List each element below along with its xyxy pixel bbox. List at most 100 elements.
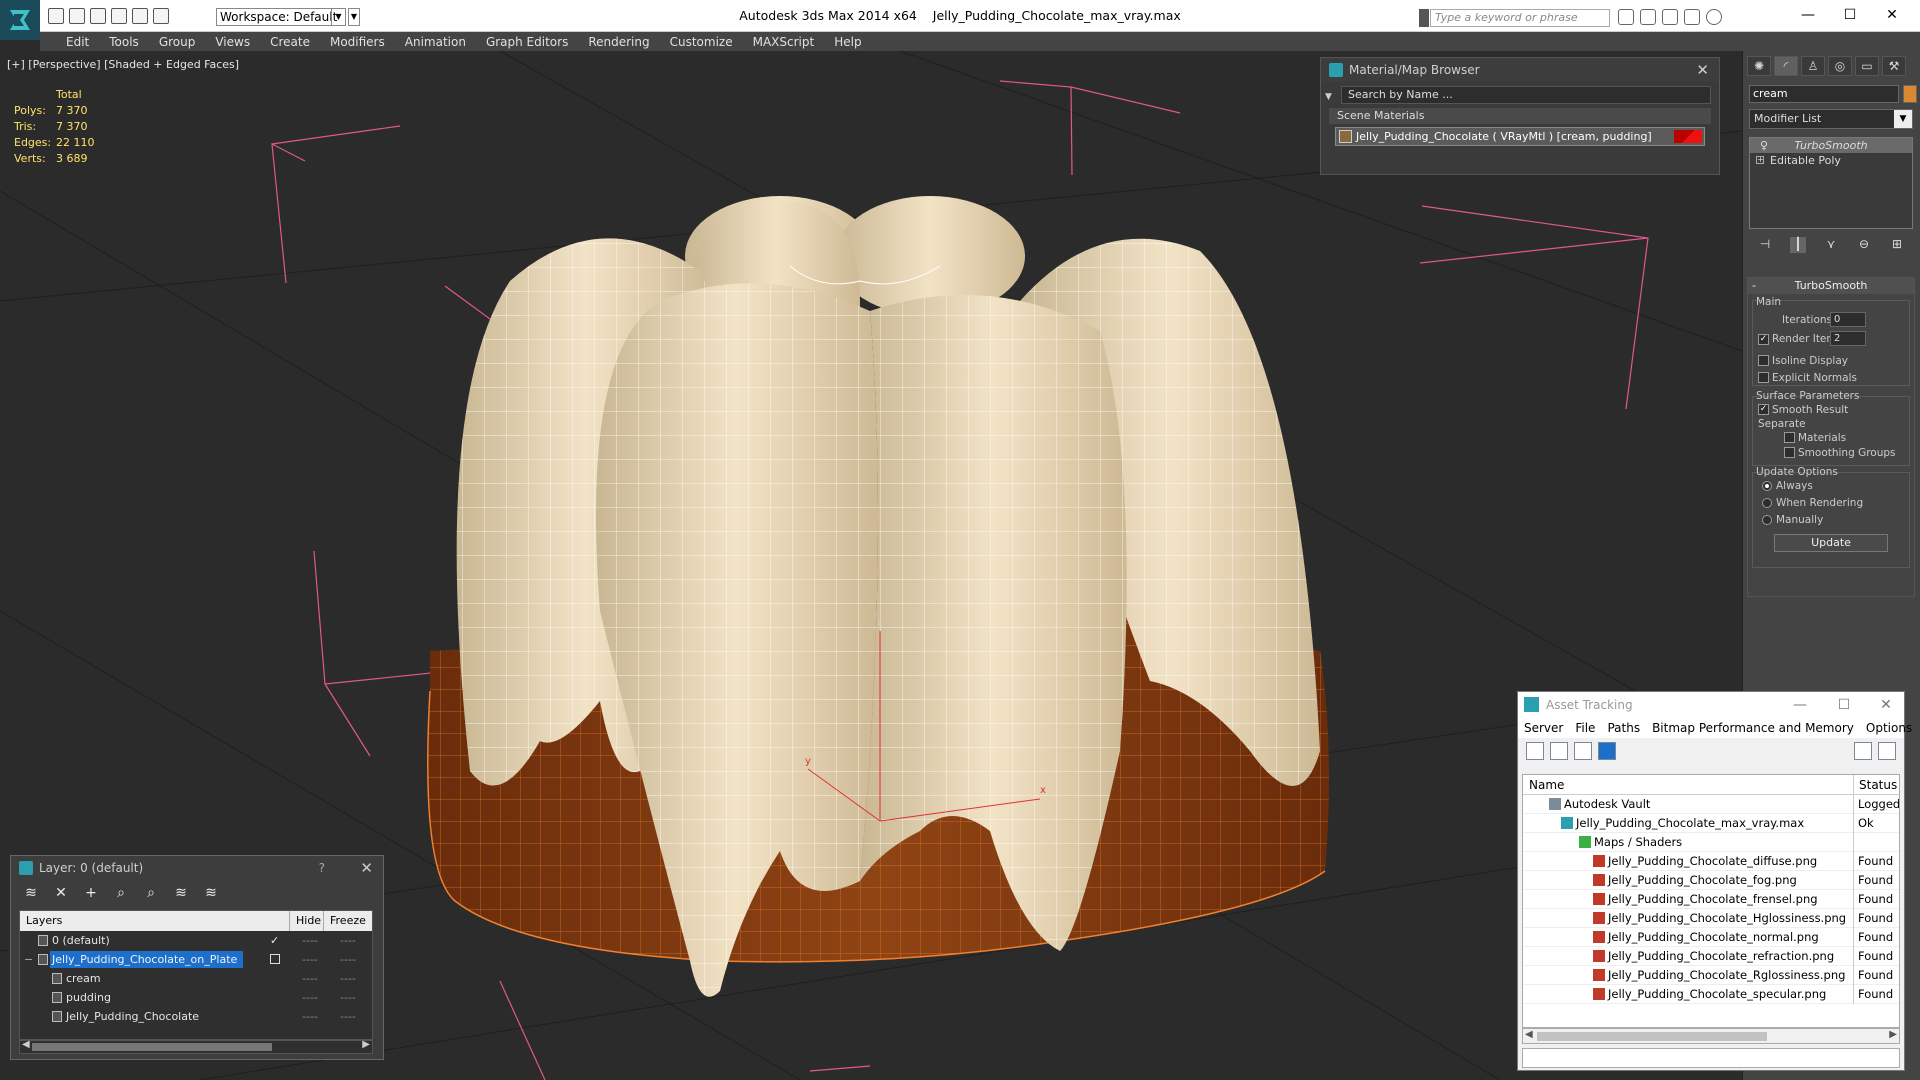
close-icon[interactable]: ✕ [1696,58,1709,82]
asset-horizontal-scrollbar[interactable]: ◀ ▶ [1522,1028,1900,1044]
open-icon[interactable] [69,8,85,24]
refresh-icon[interactable] [1526,742,1544,760]
minimize-button[interactable]: — [1786,692,1814,718]
explicit-normals-checkbox[interactable] [1758,372,1769,383]
display-tab-icon[interactable]: ▭ [1855,56,1879,76]
layer-row[interactable]: 0 (default) ✓ ---- ---- [20,931,372,950]
scene-materials-group[interactable]: Scene Materials [1329,108,1711,124]
create-tab-icon[interactable]: ✺ [1747,56,1771,76]
asset-row[interactable]: Jelly_Pudding_Chocolate_diffuse.png Found [1523,852,1899,871]
active-check-icon[interactable]: ✓ [270,931,279,950]
asset-row[interactable]: Jelly_Pudding_Chocolate_Rglossiness.png F… [1523,966,1899,985]
hide-toggle[interactable]: ---- [302,950,318,969]
col-status[interactable]: Status [1854,775,1897,794]
asset-menu-bitmap[interactable]: Bitmap Performance and Memory [1652,718,1866,738]
star-icon[interactable] [1684,9,1700,25]
scroll-thumb[interactable] [1537,1032,1767,1041]
asset-row[interactable]: Jelly_Pudding_Chocolate_specular.png Foun… [1523,985,1899,1004]
key-icon[interactable] [1640,9,1656,25]
render-iters-checkbox[interactable]: ✓ [1758,334,1769,345]
binoculars-icon[interactable] [1618,9,1634,25]
col-hide[interactable]: Hide [290,911,324,931]
highlight-layer-icon[interactable]: ⌕ [143,885,159,901]
isoline-checkbox[interactable] [1758,355,1769,366]
menu-customize[interactable]: Customize [660,32,743,51]
asset-tracking-titlebar[interactable]: Asset Tracking — ☐ ✕ [1518,692,1904,718]
menu-help[interactable]: Help [824,32,871,51]
options-chevron-icon[interactable]: ▼ [1325,92,1332,102]
object-color-swatch[interactable] [1903,85,1917,103]
show-end-result-icon[interactable]: ┃ [1790,237,1806,253]
freeze-toggle[interactable]: ---- [340,969,356,988]
motion-tab-icon[interactable]: ◎ [1828,56,1852,76]
layer-row[interactable]: pudding ---- ---- [20,988,372,1007]
materials-checkbox[interactable] [1784,432,1795,443]
modify-tab-icon[interactable]: ◜ [1774,56,1798,76]
layer-horizontal-scrollbar[interactable]: ▶ ◀ [19,1039,373,1054]
menu-animation[interactable]: Animation [395,32,476,51]
stack-item-turbosmooth[interactable]: ♀ TurboSmooth [1750,138,1912,153]
col-layers[interactable]: Layers [20,911,290,931]
scroll-thumb[interactable] [32,1043,272,1051]
asset-menu-options[interactable]: Options [1866,718,1920,738]
close-icon[interactable]: ✕ [360,856,373,880]
search-expand-icon[interactable] [1419,9,1429,27]
asset-row[interactable]: Autodesk VaultLogged O [1523,795,1899,814]
new-icon[interactable] [48,8,64,24]
object-name-field[interactable]: cream [1749,85,1899,103]
close-button[interactable]: ✕ [1878,4,1906,26]
freeze-toggle[interactable]: ---- [340,1007,356,1026]
iterations-spinner[interactable]: 0 [1830,312,1866,327]
layer-manager-titlebar[interactable]: Layer: 0 (default)? ✕ [11,856,383,880]
menu-modifiers[interactable]: Modifiers [320,32,395,51]
asset-row[interactable]: Jelly_Pudding_Chocolate_frensel.png Found [1523,890,1899,909]
rollout-header[interactable]: - TurboSmooth [1748,278,1914,294]
undo-icon[interactable] [111,8,127,24]
scroll-left-icon[interactable]: ◀ [1525,1029,1533,1040]
asset-row[interactable]: Jelly_Pudding_Chocolate_normal.png Found [1523,928,1899,947]
modifier-list-dropdown[interactable]: Modifier List ▼ [1749,109,1913,129]
freeze-toggle[interactable]: ---- [340,988,356,1007]
list-icon[interactable] [1550,742,1568,760]
delete-layer-icon[interactable]: ✕ [53,885,69,901]
asset-row[interactable]: Jelly_Pudding_Chocolate_refraction.png Fo… [1523,947,1899,966]
always-radio[interactable] [1762,481,1772,491]
scroll-left-icon[interactable]: ◀ [22,1039,30,1050]
layer-row[interactable]: − Jelly_Pudding_Chocolate_on_Plate ---- ---… [20,950,372,969]
set-current-icon[interactable] [270,954,280,964]
hierarchy-tab-icon[interactable]: ♙ [1801,56,1825,76]
save-icon[interactable] [90,8,106,24]
col-freeze[interactable]: Freeze [324,911,372,931]
hide-toggle[interactable]: ---- [302,988,318,1007]
thumbnail-icon[interactable] [1574,742,1592,760]
menu-create[interactable]: Create [260,32,320,51]
menu-views[interactable]: Views [205,32,260,51]
asset-row[interactable]: Jelly_Pudding_Chocolate_Hglossiness.png F… [1523,909,1899,928]
material-item[interactable]: Jelly_Pudding_Chocolate ( VRayMtl ) [cre… [1335,127,1705,146]
redo-icon[interactable] [132,8,148,24]
layer-row[interactable]: Jelly_Pudding_Chocolate ---- ---- [20,1007,372,1026]
col-name[interactable]: Name [1523,775,1854,794]
menu-group[interactable]: Group [149,32,206,51]
viewport-label[interactable]: [+] [Perspective] [Shaded + Edged Faces] [7,58,239,71]
asset-menu-file[interactable]: File [1575,718,1607,738]
project-folder-icon[interactable] [153,8,169,24]
freeze-toggle[interactable]: ---- [340,931,356,950]
scroll-right-icon[interactable]: ▶ [1889,1029,1897,1040]
create-layer-icon[interactable]: ≋ [23,885,39,901]
workspace-menu-toggle[interactable]: ▼ [348,8,360,26]
perspective-viewport[interactable]: x y z [+] [Perspective] [Shaded + Edged … [0,51,1742,1080]
material-search-input[interactable]: Search by Name ... [1341,86,1711,104]
asset-menu-paths[interactable]: Paths [1607,718,1652,738]
close-button[interactable]: ✕ [1872,692,1900,718]
stack-item-editable-poly[interactable]: + Editable Poly [1750,153,1912,168]
asset-menu-server[interactable]: Server [1524,718,1575,738]
material-browser-titlebar[interactable]: Material/Map Browser ✕ [1321,58,1719,82]
render-iters-spinner[interactable]: 2 [1830,331,1866,346]
when-rendering-radio[interactable] [1762,498,1772,508]
asset-row[interactable]: Maps / Shaders [1523,833,1899,852]
layer-row[interactable]: cream ---- ---- [20,969,372,988]
help-search-input[interactable]: Type a keyword or phrase [1430,9,1610,27]
select-objects-icon[interactable]: ⌕ [113,885,129,901]
make-unique-icon[interactable]: ⋎ [1823,237,1839,253]
